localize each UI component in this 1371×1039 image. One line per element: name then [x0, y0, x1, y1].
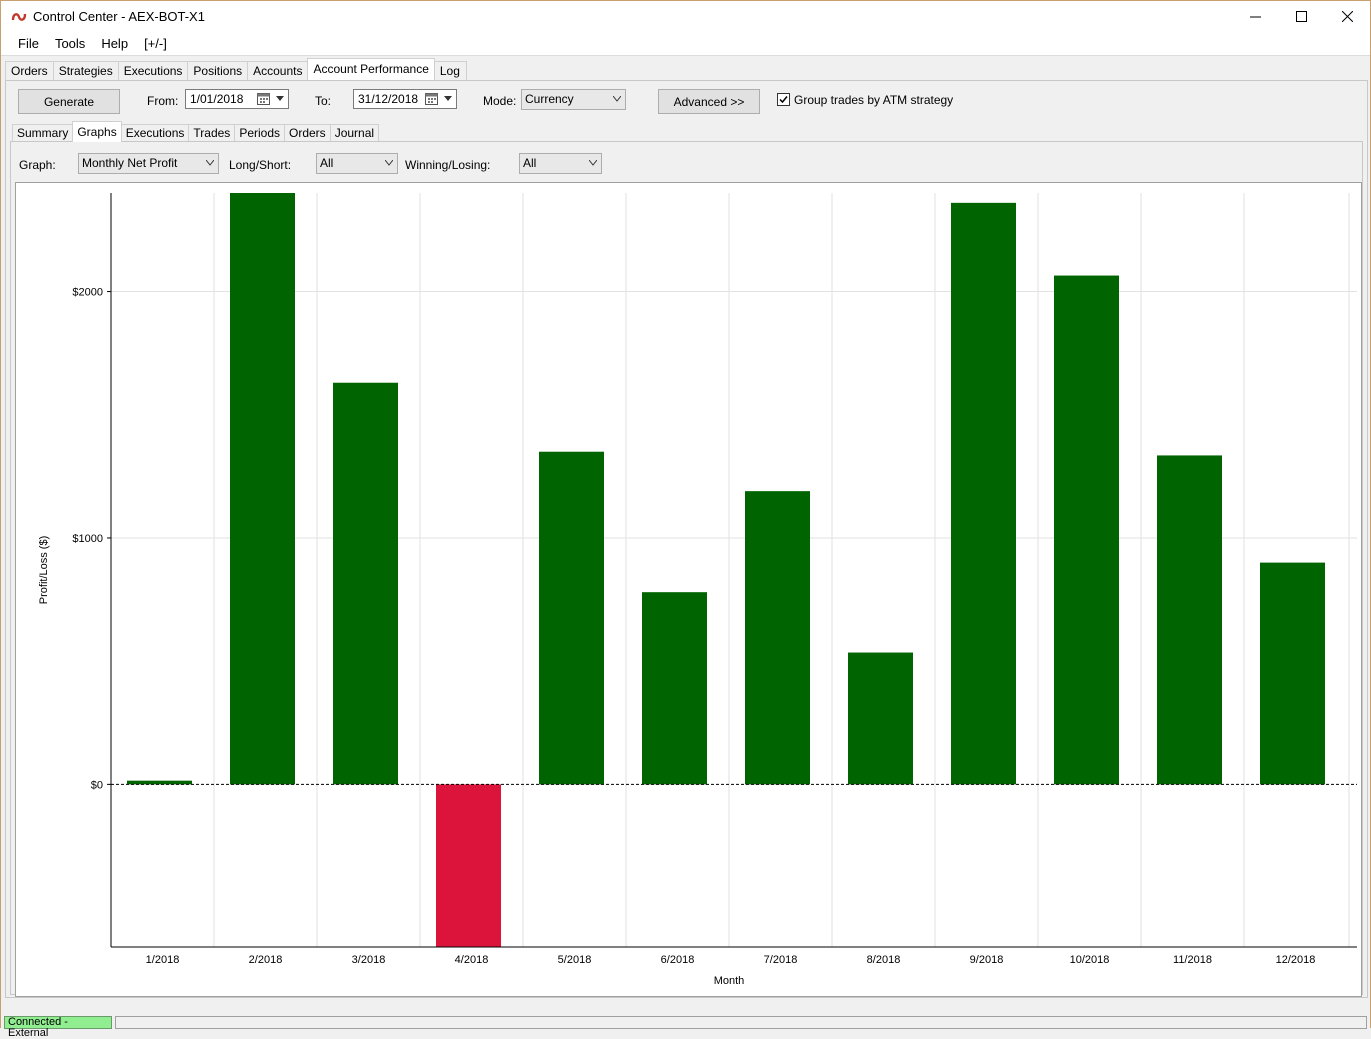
monthly-net-profit-chart: $0 $1000 $2000 1/2018 2/2018 3/2018 4/2018 5/20… — [38, 193, 1357, 987]
graph-label: Graph: — [19, 158, 56, 172]
generate-button[interactable]: Generate — [18, 89, 120, 114]
close-icon — [1341, 11, 1353, 22]
from-date-value: 1/01/2018 — [190, 92, 244, 106]
x-tick-label: 11/2018 — [1173, 954, 1212, 966]
maximize-button[interactable] — [1278, 1, 1324, 32]
tab-orders[interactable]: Orders — [5, 61, 54, 81]
x-tick-label: 3/2018 — [352, 954, 386, 966]
x-tick-label: 4/2018 — [455, 954, 489, 966]
control-center-window: Control Center - AEX-BOT-X1 File Tools H… — [0, 0, 1371, 1039]
bar-12-2018 — [1260, 562, 1325, 785]
to-label: To: — [315, 94, 332, 108]
y-tick-label: $1000 — [72, 533, 103, 545]
bar-11-2018 — [1157, 455, 1222, 785]
x-tick-label: 8/2018 — [867, 954, 901, 966]
chevron-down-icon[interactable] — [276, 96, 284, 102]
calendar-icon[interactable] — [257, 92, 270, 105]
bar-3-2018 — [333, 382, 398, 785]
bar-5-2018 — [539, 451, 604, 785]
from-label: From: — [147, 94, 179, 108]
window-title: Control Center - AEX-BOT-X1 — [33, 9, 205, 24]
menu-file[interactable]: File — [10, 36, 47, 51]
longshort-label: Long/Short: — [229, 158, 292, 172]
bar-7-2018 — [745, 491, 810, 785]
x-tick-label: 6/2018 — [661, 954, 695, 966]
x-tick-label: 5/2018 — [558, 954, 592, 966]
winlose-label: Winning/Losing: — [405, 158, 491, 172]
subtab-summary[interactable]: Summary — [12, 124, 74, 142]
bar-1-2018 — [127, 780, 192, 785]
x-axis-title: Month — [714, 975, 745, 987]
chart-area: $0 $1000 $2000 1/2018 2/2018 3/2018 4/2018 5/20… — [15, 182, 1362, 997]
title-bar: Control Center - AEX-BOT-X1 — [1, 1, 1370, 32]
bar-2-2018 — [230, 193, 295, 785]
longshort-value: All — [320, 156, 334, 170]
tab-strategies[interactable]: Strategies — [52, 61, 119, 81]
tab-accounts[interactable]: Accounts — [247, 61, 309, 81]
y-axis-title: Profit/Loss ($) — [38, 536, 50, 604]
x-tick-label: 7/2018 — [764, 954, 798, 966]
calendar-icon[interactable] — [425, 92, 438, 105]
subtab-periods[interactable]: Periods — [234, 124, 285, 142]
status-bar: Connected - External — [1, 1014, 1370, 1039]
chevron-down-icon — [613, 96, 621, 102]
bar-8-2018 — [848, 652, 913, 785]
minimize-button[interactable] — [1232, 1, 1278, 32]
graphs-panel: Graph: Monthly Net Profit Long/Short: Al… — [10, 141, 1363, 997]
mode-label: Mode: — [483, 94, 517, 108]
menu-bar: File Tools Help [+/-] — [1, 32, 1370, 56]
menu-expand[interactable]: [+/-] — [136, 36, 175, 51]
graph-select[interactable]: Monthly Net Profit — [78, 153, 219, 174]
to-date-field[interactable]: 31/12/2018 — [353, 89, 457, 109]
group-trades-label: Group trades by ATM strategy — [794, 93, 954, 107]
graph-value: Monthly Net Profit — [82, 156, 178, 170]
checkmark-icon — [779, 96, 788, 104]
maximize-icon — [1295, 11, 1307, 22]
x-tick-label: 1/2018 — [146, 954, 180, 966]
to-date-value: 31/12/2018 — [358, 92, 419, 106]
advanced-button[interactable]: Advanced >> — [658, 89, 760, 114]
subtab-executions[interactable]: Executions — [120, 124, 190, 142]
chevron-down-icon — [385, 160, 393, 166]
subtab-trades[interactable]: Trades — [188, 124, 236, 142]
connection-status-badge: Connected - External — [4, 1016, 112, 1039]
mode-select[interactable]: Currency — [521, 89, 626, 110]
winlose-select[interactable]: All — [519, 153, 602, 174]
subtab-journal[interactable]: Journal — [329, 124, 380, 142]
chevron-down-icon — [589, 160, 597, 166]
tab-account-performance[interactable]: Account Performance — [307, 58, 435, 80]
x-tick-label: 2/2018 — [249, 954, 283, 966]
mode-value: Currency — [525, 92, 574, 106]
bar-6-2018 — [642, 592, 707, 785]
close-button[interactable] — [1324, 1, 1370, 32]
y-tick-label: $2000 — [72, 287, 103, 299]
x-tick-label: 9/2018 — [970, 954, 1004, 966]
status-bar-panel — [115, 1016, 1367, 1029]
group-trades-checkbox[interactable] — [777, 93, 790, 106]
menu-help[interactable]: Help — [93, 36, 136, 51]
bar-9-2018 — [951, 202, 1016, 785]
tab-log[interactable]: Log — [433, 61, 467, 81]
winlose-value: All — [523, 156, 537, 170]
minimize-icon — [1249, 16, 1261, 18]
subtab-orders[interactable]: Orders — [284, 124, 331, 142]
bar-10-2018 — [1054, 275, 1119, 785]
x-tick-label: 10/2018 — [1070, 954, 1110, 966]
menu-tools[interactable]: Tools — [47, 36, 93, 51]
tab-executions[interactable]: Executions — [117, 61, 189, 81]
sub-tab-strip: Summary Graphs Executions Trades Periods… — [12, 121, 380, 142]
chevron-down-icon — [206, 160, 214, 166]
x-tick-label: 12/2018 — [1276, 954, 1316, 966]
subtab-graphs[interactable]: Graphs — [72, 121, 122, 142]
from-date-field[interactable]: 1/01/2018 — [185, 89, 289, 109]
tab-positions[interactable]: Positions — [187, 61, 249, 81]
longshort-select[interactable]: All — [316, 153, 398, 174]
chevron-down-icon[interactable] — [444, 96, 452, 102]
app-logo-icon — [11, 9, 27, 25]
y-tick-label: $0 — [91, 779, 103, 791]
bar-4-2018 — [436, 784, 501, 947]
window-controls — [1232, 1, 1370, 32]
account-performance-panel: Generate From: 1/01/2018 To: 31/12/2018 … — [5, 80, 1368, 998]
main-tab-strip: Orders Strategies Executions Positions A… — [5, 58, 467, 81]
